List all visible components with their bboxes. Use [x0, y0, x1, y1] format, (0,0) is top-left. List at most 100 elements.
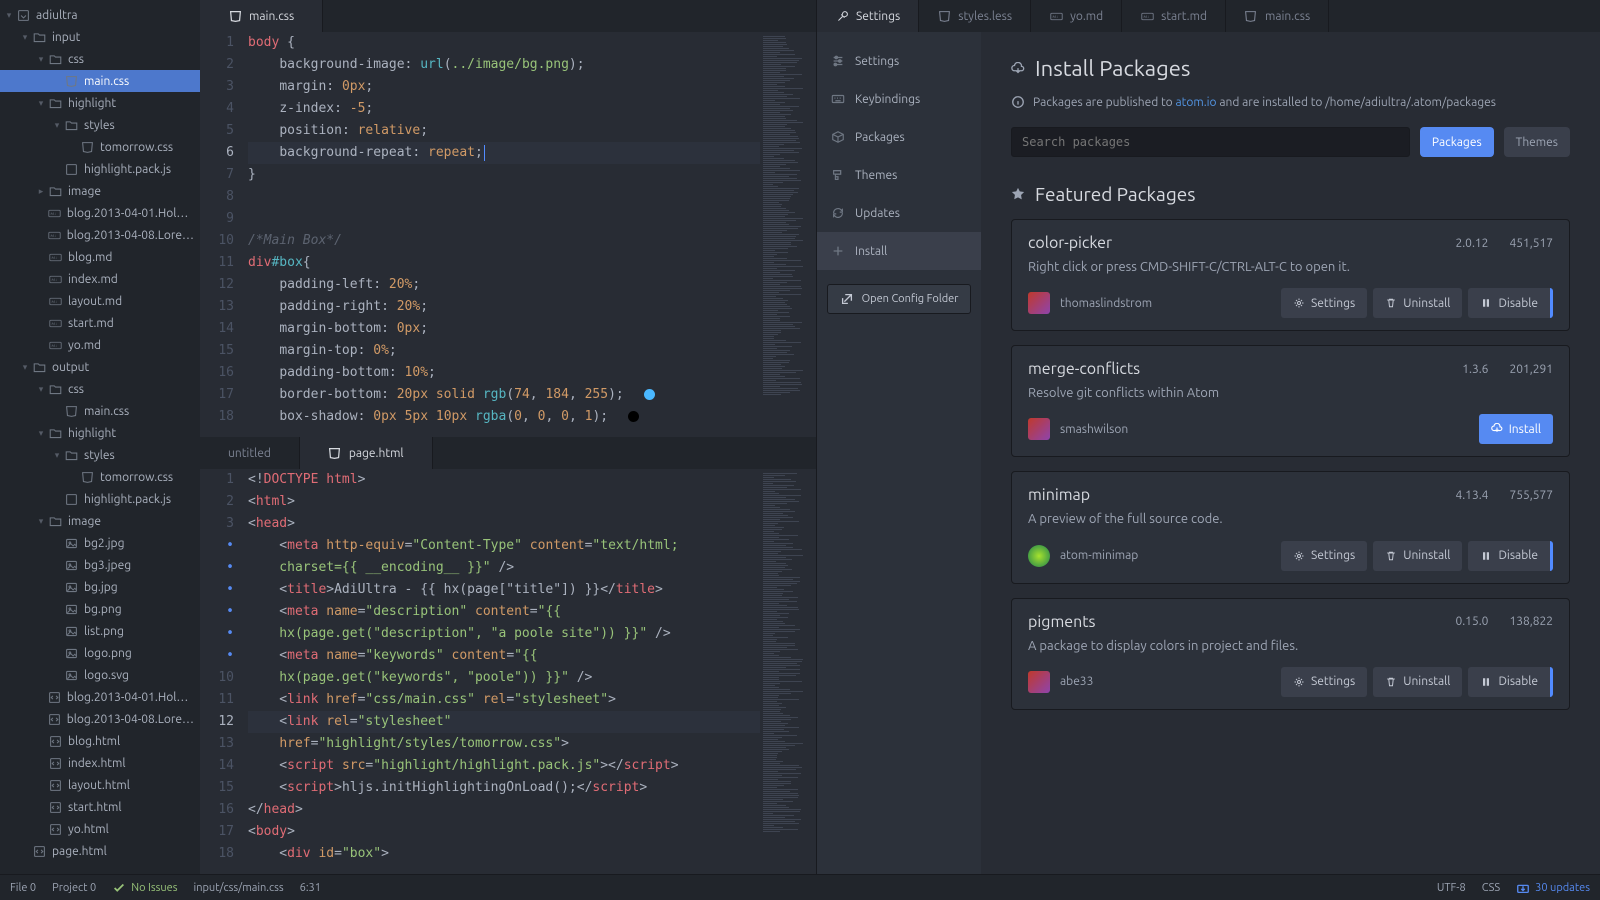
paint-icon	[831, 168, 845, 182]
nav-settings[interactable]: Settings	[817, 42, 981, 80]
folder-icon	[48, 426, 62, 440]
package-author[interactable]: thomaslindstrom	[1028, 292, 1152, 314]
minimap[interactable]	[760, 32, 816, 437]
nav-themes[interactable]: Themes	[817, 156, 981, 194]
tree-item[interactable]: ▾output	[0, 356, 200, 378]
disable-button[interactable]: Disable	[1468, 667, 1553, 697]
tree-item[interactable]: M↓blog.2013-04-01.Holy_Gr	[0, 202, 200, 224]
atom-io-link[interactable]: atom.io	[1175, 96, 1216, 109]
status-file[interactable]: File 0	[10, 882, 36, 894]
top-tab[interactable]: Settings	[817, 0, 919, 32]
install-title: Install Packages	[1035, 56, 1190, 81]
package-author[interactable]: abe33	[1028, 671, 1093, 693]
tree-item[interactable]: start.html	[0, 796, 200, 818]
nav-keybindings[interactable]: Keybindings	[817, 80, 981, 118]
tree-item[interactable]: ▸image	[0, 180, 200, 202]
top-tab[interactable]: styles.less	[919, 0, 1031, 32]
disable-button[interactable]: Disable	[1468, 288, 1553, 318]
tree-item[interactable]: highlight.pack.js	[0, 158, 200, 180]
tree-item[interactable]: M↓start.md	[0, 312, 200, 334]
tree-item[interactable]: yo.html	[0, 818, 200, 840]
tree-item[interactable]: highlight.pack.js	[0, 488, 200, 510]
disable-button[interactable]: Disable	[1468, 541, 1553, 571]
uninstall-button[interactable]: Uninstall	[1373, 667, 1462, 697]
tree-item[interactable]: layout.html	[0, 774, 200, 796]
status-language[interactable]: CSS	[1482, 882, 1500, 894]
tree-item[interactable]: blog.2013-04-08.Lorem_I	[0, 708, 200, 730]
tree-item[interactable]: bg2.jpg	[0, 532, 200, 554]
settings-button[interactable]: Settings	[1281, 541, 1367, 571]
themes-filter-button[interactable]: Themes	[1504, 127, 1570, 157]
tree-item[interactable]: main.css	[0, 400, 200, 422]
tree-item[interactable]: M↓blog.2013-04-08.Lorem_I	[0, 224, 200, 246]
top-tab[interactable]: M↓start.md	[1122, 0, 1226, 32]
tab-untitled[interactable]: untitled	[200, 437, 300, 469]
code-editor-css[interactable]: body { background-image: url(../image/bg…	[248, 32, 760, 437]
status-project[interactable]: Project 0	[52, 882, 96, 894]
package-author[interactable]: smashwilson	[1028, 418, 1128, 440]
tree-item[interactable]: ▾input	[0, 26, 200, 48]
package-name[interactable]: color-picker	[1028, 234, 1112, 252]
tree-item[interactable]: blog.html	[0, 730, 200, 752]
packages-filter-button[interactable]: Packages	[1420, 127, 1494, 157]
package-name[interactable]: merge-conflicts	[1028, 360, 1140, 378]
tree-item[interactable]: ▾styles	[0, 114, 200, 136]
settings-button[interactable]: Settings	[1281, 288, 1367, 318]
gutter: 123••••••101112131415161718	[200, 469, 248, 874]
tree-item[interactable]: logo.svg	[0, 664, 200, 686]
tree-item[interactable]: M↓blog.md	[0, 246, 200, 268]
tree-item[interactable]: list.png	[0, 620, 200, 642]
status-path[interactable]: input/css/main.css	[194, 882, 284, 894]
package-downloads: 451,517	[1504, 237, 1553, 250]
status-updates[interactable]: 30 updates	[1516, 881, 1590, 895]
svg-text:M↓: M↓	[51, 343, 57, 348]
install-button[interactable]: Install	[1479, 414, 1553, 444]
tree-item[interactable]: page.html	[0, 840, 200, 862]
status-encoding[interactable]: UTF-8	[1437, 882, 1466, 894]
settings-sidenav: SettingsKeybindingsPackagesThemesUpdates…	[817, 32, 981, 874]
open-config-folder-button[interactable]: Open Config Folder	[827, 284, 971, 314]
tree-item[interactable]: ▾styles	[0, 444, 200, 466]
tree-item[interactable]: bg.jpg	[0, 576, 200, 598]
package-name[interactable]: minimap	[1028, 486, 1090, 504]
tree-item[interactable]: ▾highlight	[0, 92, 200, 114]
code-editor-html[interactable]: <!DOCTYPE html><html><head> <meta http-e…	[248, 469, 760, 874]
tree-item[interactable]: ▾image	[0, 510, 200, 532]
tree-item[interactable]: tomorrow.css	[0, 136, 200, 158]
file-tree[interactable]: ▾adiultra▾input▾cssmain.css▾highlight▾st…	[0, 0, 200, 874]
tree-item[interactable]: M↓layout.md	[0, 290, 200, 312]
package-name[interactable]: pigments	[1028, 613, 1095, 631]
top-tab[interactable]: M↓yo.md	[1031, 0, 1122, 32]
package-version: 1.3.6	[1457, 363, 1488, 376]
tree-item[interactable]: ▾css	[0, 48, 200, 70]
tree-item[interactable]: tomorrow.css	[0, 466, 200, 488]
minimap[interactable]	[760, 469, 816, 874]
tree-item[interactable]: blog.2013-04-01.Holy_Gr	[0, 686, 200, 708]
tab-label: page.html	[349, 447, 404, 460]
tree-item[interactable]: M↓yo.md	[0, 334, 200, 356]
uninstall-button[interactable]: Uninstall	[1373, 541, 1462, 571]
nav-updates[interactable]: Updates	[817, 194, 981, 232]
tree-item[interactable]: ▾highlight	[0, 422, 200, 444]
settings-button[interactable]: Settings	[1281, 667, 1367, 697]
status-issues[interactable]: No Issues	[112, 881, 177, 895]
nav-packages[interactable]: Packages	[817, 118, 981, 156]
tab-main-css[interactable]: main.css	[200, 0, 323, 32]
tree-item[interactable]: bg3.jpeg	[0, 554, 200, 576]
tree-item[interactable]: index.html	[0, 752, 200, 774]
tree-item[interactable]: logo.png	[0, 642, 200, 664]
avatar	[1028, 671, 1050, 693]
tree-item[interactable]: ▾css	[0, 378, 200, 400]
md-icon: M↓	[48, 250, 62, 264]
package-author[interactable]: atom-minimap	[1028, 545, 1138, 567]
search-packages-input[interactable]	[1011, 127, 1410, 157]
tree-item[interactable]: M↓index.md	[0, 268, 200, 290]
tree-item[interactable]: main.css	[0, 70, 200, 92]
uninstall-button[interactable]: Uninstall	[1373, 288, 1462, 318]
tab-page-html[interactable]: page.html	[300, 437, 433, 469]
tree-item[interactable]: ▾adiultra	[0, 4, 200, 26]
nav-install[interactable]: Install	[817, 232, 981, 270]
tree-item[interactable]: bg.png	[0, 598, 200, 620]
status-cursor[interactable]: 6:31	[300, 882, 321, 894]
top-tab[interactable]: main.css	[1226, 0, 1329, 32]
